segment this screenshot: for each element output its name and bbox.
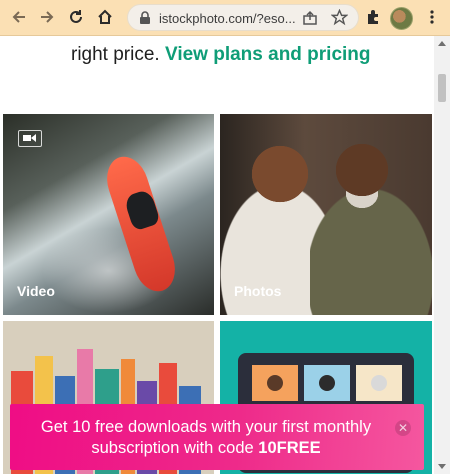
pricing-promo: right price. View plans and pricing — [71, 44, 371, 66]
url-text[interactable]: istockphoto.com/?eso... — [159, 11, 296, 26]
close-icon[interactable]: ✕ — [395, 420, 411, 436]
promo-text: right price. — [71, 44, 160, 65]
video-tile-label: Video — [17, 283, 55, 299]
reload-icon — [70, 10, 82, 23]
arrow-left-icon — [12, 11, 25, 23]
home-icon — [98, 9, 112, 24]
reload-button[interactable] — [65, 6, 87, 28]
view-plans-link[interactable]: View plans and pricing — [165, 44, 371, 65]
video-tile[interactable]: Video — [3, 114, 214, 315]
kebab-menu-icon — [430, 10, 434, 24]
profile-avatar[interactable] — [390, 7, 413, 30]
scrollbar-thumb[interactable] — [438, 74, 446, 102]
banner-message: Get 10 free downloads with your first mo… — [10, 417, 402, 459]
lock-icon[interactable] — [139, 11, 151, 25]
extensions-button[interactable] — [362, 6, 384, 28]
video-camera-icon — [18, 130, 42, 147]
photos-tile[interactable]: Photos — [220, 114, 432, 315]
scroll-up-arrow[interactable] — [438, 41, 446, 46]
home-button[interactable] — [94, 6, 116, 28]
browser-menu-button[interactable] — [421, 6, 443, 28]
forward-button[interactable] — [36, 6, 58, 28]
arrow-right-icon — [41, 11, 54, 23]
browser-toolbar: istockphoto.com/?eso... — [0, 0, 450, 36]
scroll-down-arrow[interactable] — [438, 464, 446, 469]
share-icon[interactable] — [302, 10, 318, 26]
photos-tile-label: Photos — [234, 283, 282, 299]
puzzle-icon — [368, 10, 378, 24]
back-button[interactable] — [8, 6, 30, 28]
promo-banner[interactable]: Get 10 free downloads with your first mo… — [10, 404, 424, 470]
promo-code: 10FREE — [258, 439, 321, 457]
address-bar[interactable]: istockphoto.com/?eso... — [127, 4, 359, 31]
older-man-photo — [310, 128, 432, 315]
banner-text: Get 10 free downloads with your first mo… — [40, 418, 372, 457]
star-icon[interactable] — [331, 9, 348, 26]
